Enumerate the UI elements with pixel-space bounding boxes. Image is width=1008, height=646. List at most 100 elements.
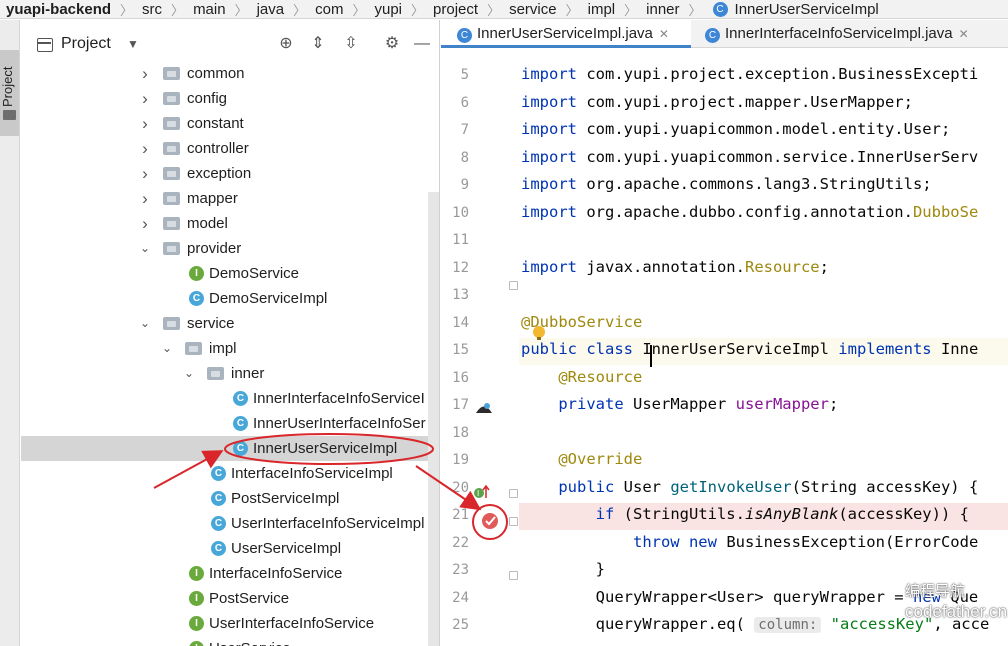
hide-icon[interactable]: — [412, 34, 432, 54]
code-line[interactable]: @Override [521, 450, 642, 468]
close-icon[interactable]: ✕ [959, 27, 969, 41]
chevron-right-icon[interactable]: › [139, 161, 151, 186]
breadcrumb-item[interactable]: com [313, 1, 345, 18]
code-line[interactable]: import javax.annotation.Resource; [521, 258, 829, 276]
chevron-down-icon[interactable]: ⌄ [161, 336, 173, 361]
tree-item[interactable]: › common [21, 61, 439, 86]
code-line[interactable]: if (StringUtils.isAnyBlank(accessKey)) { [521, 505, 969, 523]
tree-item[interactable]: C InterfaceInfoServiceImpl [21, 461, 439, 486]
tree-item[interactable]: C DemoServiceImpl [21, 286, 439, 311]
chevron-down-icon[interactable]: ⌄ [139, 311, 151, 336]
breadcrumb-separator: 〉 [688, 2, 702, 18]
tree-item[interactable]: ⌄ service [21, 311, 439, 336]
breadcrumb-item[interactable]: service [507, 1, 559, 18]
class-icon: C [233, 416, 248, 431]
tree-item[interactable]: ⌄ inner [21, 361, 439, 386]
breadcrumb-item[interactable]: java [255, 1, 287, 18]
breadcrumb-item[interactable]: InnerUserServiceImpl [733, 1, 881, 18]
breadcrumb-item[interactable]: yuapi-backend [0, 1, 113, 18]
breadcrumb-item[interactable]: main [191, 1, 228, 18]
tree-item[interactable]: ⌄ provider [21, 236, 439, 261]
breakpoint-icon[interactable] [480, 511, 500, 535]
folder-icon [163, 92, 180, 105]
tree-item[interactable]: C UserServiceImpl [21, 536, 439, 561]
editor-tabs: C InnerUserServiceImpl.java ✕ C InnerInterf… [441, 20, 1008, 48]
code-line[interactable]: private UserMapper userMapper; [521, 395, 838, 413]
breadcrumb: yuapi-backend 〉 src 〉 main 〉 java 〉 com 〉 yupi 〉 pro… [0, 0, 1008, 19]
scrollbar[interactable] [428, 192, 439, 646]
tree-item[interactable]: ⌄ impl [21, 336, 439, 361]
tree-item[interactable]: I DemoService [21, 261, 439, 286]
fold-marker-icon[interactable] [509, 517, 518, 526]
tree-item[interactable]: I UserInterfaceInfoService [21, 611, 439, 636]
chevron-down-icon[interactable]: ⌄ [139, 236, 151, 261]
breadcrumb-item[interactable]: yupi [373, 1, 405, 18]
project-view-selector[interactable]: Project [61, 35, 111, 53]
line-number: 10 [452, 204, 469, 221]
tree-item[interactable]: I InterfaceInfoService [21, 561, 439, 586]
breadcrumb-item[interactable]: impl [586, 1, 618, 18]
project-window-icon [37, 38, 53, 52]
breadcrumb-separator: 〉 [411, 2, 425, 18]
bean-icon[interactable] [473, 399, 495, 421]
code-line[interactable]: @Resource [521, 368, 642, 386]
chevron-right-icon[interactable]: › [139, 61, 151, 86]
code-line[interactable]: public User getInvokeUser(String accessK… [521, 478, 978, 496]
tree-item[interactable]: I UserService [21, 636, 439, 646]
breadcrumb-item[interactable]: project [431, 1, 480, 18]
chevron-down-icon[interactable]: ⌄ [183, 361, 195, 386]
folder-icon [163, 192, 180, 205]
code-line[interactable]: import com.yupi.project.exception.Busine… [521, 65, 978, 83]
chevron-right-icon[interactable]: › [139, 86, 151, 111]
gear-icon[interactable]: ⚙ [382, 34, 402, 54]
chevron-right-icon[interactable]: › [139, 136, 151, 161]
fold-marker-icon[interactable] [509, 571, 518, 580]
breadcrumb-item[interactable]: src [140, 1, 164, 18]
code-line[interactable]: } [521, 560, 605, 578]
code-line[interactable]: import com.yupi.yuapicommon.model.entity… [521, 120, 950, 138]
tree-item[interactable]: › model [21, 211, 439, 236]
breadcrumb-item[interactable]: inner [644, 1, 681, 18]
tree-item[interactable]: › constant [21, 111, 439, 136]
tree-item[interactable]: C InnerInterfaceInfoServiceI [21, 386, 439, 411]
line-number: 24 [452, 589, 469, 606]
tree-item[interactable]: › config [21, 86, 439, 111]
tab-label: InnerUserServiceImpl.java [477, 25, 653, 42]
tree-item[interactable]: C UserInterfaceInfoServiceImpl [21, 511, 439, 536]
chevron-right-icon[interactable]: › [139, 211, 151, 236]
code-line[interactable]: import org.apache.dubbo.config.annotatio… [521, 203, 978, 221]
line-number: 20 [452, 479, 469, 496]
code-line[interactable]: public class InnerUserServiceImpl implem… [521, 340, 978, 358]
code-line[interactable]: import com.yupi.yuapicommon.service.Inne… [521, 148, 978, 166]
tree-item[interactable]: C PostServiceImpl [21, 486, 439, 511]
code-line[interactable]: import com.yupi.project.mapper.UserMappe… [521, 93, 913, 111]
fold-marker-icon[interactable] [509, 489, 518, 498]
locate-icon[interactable]: ⊕ [276, 34, 296, 54]
tree-item-label: mapper [187, 190, 238, 207]
tree-item[interactable]: › exception [21, 161, 439, 186]
tree-item[interactable]: C InnerUserInterfaceInfoSer [21, 411, 439, 436]
collapse-all-icon[interactable]: ⇳ [341, 34, 361, 54]
chevron-right-icon[interactable]: › [139, 111, 151, 136]
tab-inner-user-service-impl[interactable]: C InnerUserServiceImpl.java ✕ [441, 20, 691, 48]
code-line[interactable]: throw new BusinessException(ErrorCode [521, 533, 978, 551]
expand-all-icon[interactable]: ⇕ [308, 34, 328, 54]
code-editor[interactable]: 5 6 7 8 9 10 11 12 13 14 15 16 17 18 19 20 21 22 23 24 25 I i… [441, 49, 1008, 646]
code-line[interactable]: @DubboService [521, 313, 642, 331]
close-icon[interactable]: ✕ [659, 27, 669, 41]
tree-item-label: UserService [209, 636, 291, 646]
line-number: 19 [452, 452, 469, 468]
tree-item[interactable]: › controller [21, 136, 439, 161]
fold-marker-icon[interactable] [509, 281, 518, 290]
tree-item[interactable]: › mapper [21, 186, 439, 211]
breadcrumb-separator: 〉 [487, 2, 501, 18]
code-line[interactable]: import org.apache.commons.lang3.StringUt… [521, 175, 932, 193]
chevron-down-icon[interactable]: ▼ [127, 37, 139, 51]
tree-item[interactable]: I PostService [21, 586, 439, 611]
tab-inner-interface-info-service-impl[interactable]: C InnerInterfaceInfoServiceImpl.java ✕ [691, 20, 1008, 48]
class-icon: C [233, 391, 248, 406]
editor-gutter[interactable]: 5 6 7 8 9 10 11 12 13 14 15 16 17 18 19 20 21 22 23 24 25 I [441, 49, 545, 646]
implements-icon[interactable]: I [473, 484, 491, 506]
chevron-right-icon[interactable]: › [139, 186, 151, 211]
tree-item[interactable]: C InnerUserServiceImpl [21, 436, 439, 461]
